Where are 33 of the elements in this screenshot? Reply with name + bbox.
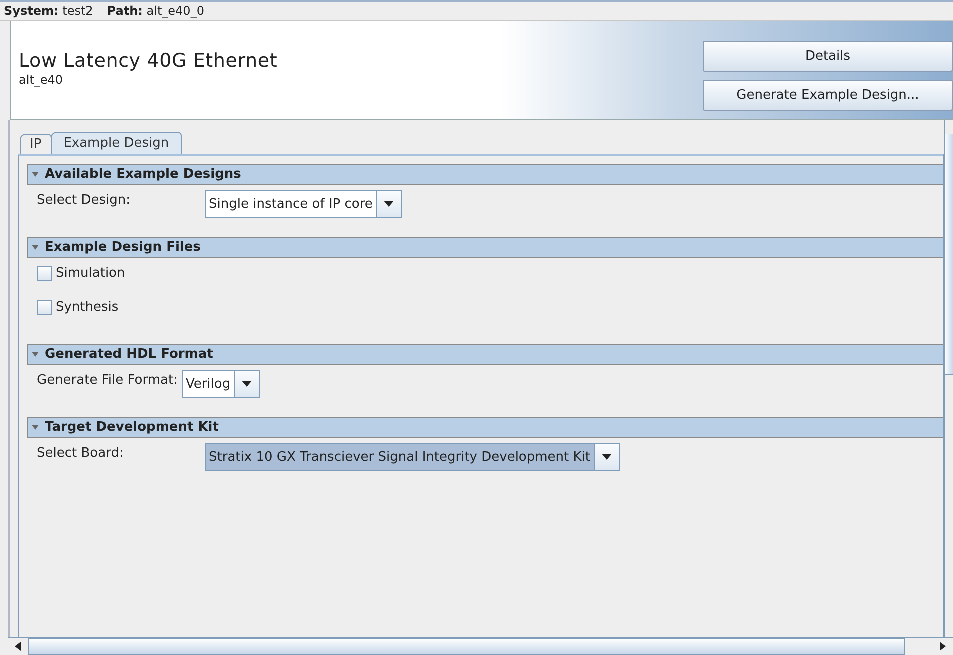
system-label: System: test2 (4, 4, 94, 18)
left-arrow-icon[interactable] (15, 642, 21, 651)
dropdown[interactable]: Verilog (182, 370, 260, 398)
action-button[interactable]: Details (703, 41, 953, 72)
collapse-triangle-icon[interactable] (32, 172, 39, 177)
horizontal-scrollbar[interactable] (8, 637, 953, 655)
section-header[interactable]: Available Example Designs (27, 164, 943, 185)
checkbox[interactable] (37, 300, 52, 314)
action-button[interactable]: Generate Example Design... (703, 80, 953, 111)
dropdown-arrow-icon[interactable] (602, 454, 612, 460)
dropdown-arrow-icon[interactable] (242, 381, 252, 387)
right-arrow-icon[interactable] (940, 642, 946, 651)
component-title: Low Latency 40G Ethernet (19, 50, 279, 72)
dropdown[interactable]: Single instance of IP core (205, 190, 402, 218)
field-label: Generate File Format: (37, 372, 179, 388)
checkbox-label: Simulation (56, 266, 126, 280)
dropdown-arrow-icon[interactable] (384, 201, 394, 207)
collapse-triangle-icon[interactable] (32, 425, 39, 430)
tab[interactable]: Example Design (50, 132, 182, 154)
dropdown[interactable]: Stratix 10 GX Transciever Signal Integrity Development Kit (205, 443, 620, 471)
checkbox-label: Synthesis (56, 300, 119, 314)
section-header[interactable]: Example Design Files (27, 237, 943, 258)
checkbox[interactable] (37, 266, 52, 280)
section-header[interactable]: Generated HDL Format (27, 344, 943, 365)
tab[interactable]: IP (20, 134, 52, 154)
section-header[interactable]: Target Development Kit (27, 417, 943, 438)
field-label: Select Board: (37, 445, 125, 461)
component-name: alt_e40 (19, 73, 64, 87)
path-label: Path: alt_e40_0 (107, 4, 204, 18)
collapse-triangle-icon[interactable] (32, 245, 39, 250)
collapse-triangle-icon[interactable] (32, 352, 39, 357)
vertical-scrollbar[interactable] (944, 120, 953, 637)
field-label: Select Design: (37, 192, 132, 208)
